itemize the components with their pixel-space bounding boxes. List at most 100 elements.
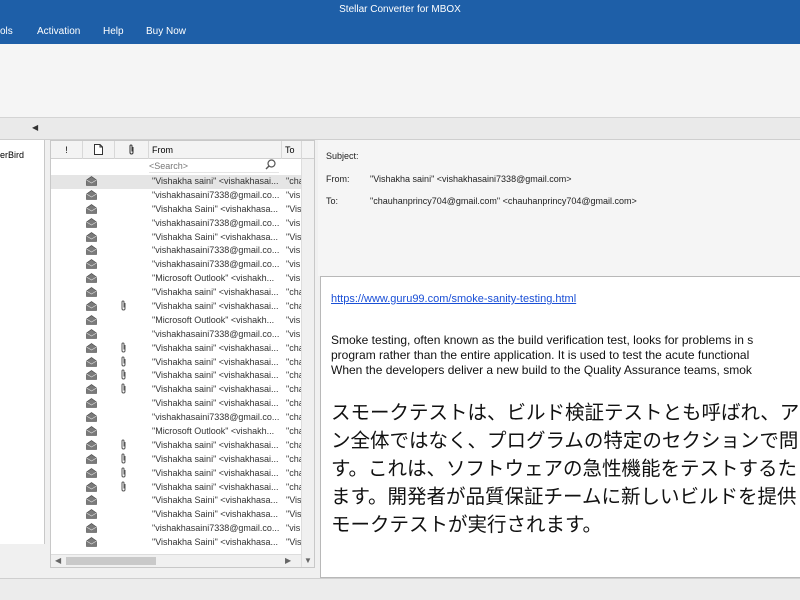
scroll-left-icon[interactable]: ◀: [55, 556, 61, 565]
row-from: "Vishakha Saini" <vishakhasa...: [152, 231, 279, 242]
row-from: "Microsoft Outlook" <vishakh...: [152, 273, 275, 284]
list-item[interactable]: "Vishakha saini" <vishakhasai... "cha: [51, 342, 301, 356]
column-attachment[interactable]: [115, 141, 149, 159]
list-item[interactable]: "Vishakha Saini" <vishakhasa... "Vis: [51, 494, 301, 508]
row-from: "vishakhasaini7338@gmail.co...: [152, 259, 280, 270]
row-from: "Vishakha saini" <vishakhasai...: [152, 384, 279, 395]
menu-help[interactable]: Help: [103, 20, 124, 44]
list-item[interactable]: "Vishakha Saini" <vishakhasa... "Vis: [51, 203, 301, 217]
list-item[interactable]: "Vishakha saini" <vishakhasai... "cha: [51, 286, 301, 300]
row-from: "Vishakha saini" <vishakhasai...: [152, 439, 279, 450]
envelope-icon: [86, 453, 97, 464]
column-document[interactable]: [83, 141, 115, 159]
row-from: "vishakhasaini7338@gmail.co...: [152, 245, 280, 256]
message-list: ! From To <Search> "Vishakha saini" <vis…: [50, 140, 315, 568]
list-item[interactable]: "Vishakha Saini" <vishakhasa... "Vis: [51, 508, 301, 522]
pane-header-strip: [0, 118, 800, 140]
row-from: "vishakhasaini7338@gmail.co...: [152, 189, 280, 200]
column-flag[interactable]: !: [51, 141, 83, 159]
envelope-icon: [86, 176, 97, 186]
list-item[interactable]: "Microsoft Outlook" <vishakh... "cha: [51, 425, 301, 439]
column-from[interactable]: From: [149, 141, 282, 159]
list-item[interactable]: "Vishakha saini" <vishakhasai... "cha: [51, 439, 301, 453]
row-from: "Vishakha saini" <vishakhasai...: [152, 342, 279, 353]
envelope-icon: [86, 301, 97, 311]
envelope-icon: [86, 384, 97, 395]
row-from: "Vishakha saini" <vishakhasai...: [152, 176, 279, 186]
message-body: https://www.guru99.com/smoke-sanity-test…: [320, 276, 800, 578]
paperclip-icon: [120, 383, 127, 397]
tree-item-thunderbird[interactable]: erBird: [0, 150, 24, 160]
list-item[interactable]: "Vishakha saini" <vishakhasai... "cha: [51, 481, 301, 495]
list-header: ! From To: [51, 141, 314, 159]
ribbon: [0, 44, 800, 118]
list-item[interactable]: "Vishakha Saini" <vishakhasa... "Vis: [51, 536, 301, 550]
row-to: "cha: [286, 384, 301, 395]
envelope-icon: [86, 440, 97, 450]
row-from: "Vishakha Saini" <vishakhasa...: [152, 537, 279, 548]
collapse-pane-icon[interactable]: ◀: [32, 123, 38, 132]
list-item[interactable]: "Microsoft Outlook" <vishakh... "vis: [51, 272, 301, 286]
scroll-thumb[interactable]: [66, 557, 156, 565]
row-from: "vishakhasaini7338@gmail.co...: [152, 523, 280, 534]
list-item[interactable]: "vishakhasaini7338@gmail.co... "cha: [51, 411, 301, 425]
to-value: "chauhanprincy704@gmail.com" <chauhanpri…: [370, 196, 637, 206]
vertical-scrollbar[interactable]: ▼: [301, 159, 314, 567]
row-to: "cha: [286, 453, 301, 464]
paperclip-icon: [120, 369, 127, 383]
list-item[interactable]: "Vishakha saini" <vishakhasai... "cha: [51, 383, 301, 397]
envelope-icon: [86, 273, 97, 284]
horizontal-scrollbar[interactable]: ◀ ▶: [51, 554, 301, 567]
list-item[interactable]: "Vishakha saini" <vishakhasai... "cha: [51, 453, 301, 467]
list-item[interactable]: "vishakhasaini7338@gmail.co... "vis: [51, 522, 301, 536]
menu-buy-now[interactable]: Buy Now: [146, 20, 186, 44]
list-item[interactable]: "vishakhasaini7338@gmail.co... "vis: [51, 258, 301, 272]
paperclip-icon: [120, 356, 127, 370]
menu-tools[interactable]: ols: [0, 20, 13, 44]
envelope-icon: [86, 481, 97, 492]
list-item[interactable]: "Vishakha saini" <vishakhasai... "cha: [51, 467, 301, 481]
menu-activation[interactable]: Activation: [37, 20, 80, 44]
row-from: "Vishakha saini" <vishakhasai...: [152, 356, 279, 367]
column-to[interactable]: To: [282, 141, 302, 159]
list-item[interactable]: "Vishakha saini" <vishakhasai... "cha: [51, 300, 301, 314]
paperclip-icon: [120, 453, 127, 467]
status-bar: [0, 578, 800, 600]
list-item[interactable]: "Vishakha Saini" <vishakhasa... "Vis: [51, 231, 301, 245]
scroll-down-icon[interactable]: ▼: [304, 556, 312, 565]
list-item[interactable]: "vishakhasaini7338@gmail.co... "vis: [51, 328, 301, 342]
paperclip-icon: [120, 481, 127, 495]
list-item[interactable]: "Vishakha saini" <vishakhasai... "cha: [51, 356, 301, 370]
row-to: "vis: [286, 245, 301, 256]
row-from: "Vishakha saini" <vishakhasai...: [152, 481, 279, 492]
list-item[interactable]: "Vishakha saini" <vishakhasai... "cha: [51, 369, 301, 383]
search-icon[interactable]: [265, 159, 276, 173]
row-from: "Vishakha saini" <vishakhasai...: [152, 287, 279, 298]
row-to: "vis: [286, 523, 301, 534]
row-to: "Vis: [286, 231, 301, 242]
row-from: "vishakhasaini7338@gmail.co...: [152, 217, 280, 228]
document-icon: [94, 144, 103, 155]
list-item[interactable]: "Microsoft Outlook" <vishakh... "vis: [51, 314, 301, 328]
envelope-icon: [86, 412, 97, 422]
body-link[interactable]: https://www.guru99.com/smoke-sanity-test…: [331, 293, 576, 305]
list-item[interactable]: "Vishakha saini" <vishakhasai... "cha: [51, 175, 301, 189]
paperclip-icon: [120, 439, 127, 453]
scroll-right-icon[interactable]: ▶: [285, 556, 291, 565]
row-to: "cha: [286, 176, 301, 186]
envelope-icon: [86, 287, 97, 297]
row-from: "vishakhasaini7338@gmail.co...: [152, 412, 280, 423]
search-input[interactable]: <Search>: [149, 159, 279, 173]
envelope-icon: [86, 370, 97, 381]
paperclip-icon: [120, 342, 127, 356]
row-to: "vis: [286, 314, 301, 325]
list-item[interactable]: "vishakhasaini7338@gmail.co... "vis: [51, 189, 301, 203]
row-from: "Vishakha Saini" <vishakhasa...: [152, 495, 279, 506]
row-from: "Vishakha saini" <vishakhasai...: [152, 398, 279, 409]
subject-label: Subject:: [326, 151, 359, 161]
list-item[interactable]: "Vishakha saini" <vishakhasai... "cha: [51, 397, 301, 411]
list-item[interactable]: "vishakhasaini7338@gmail.co... "vis: [51, 217, 301, 231]
row-to: "cha: [286, 467, 301, 478]
list-item[interactable]: "vishakhasaini7338@gmail.co... "vis: [51, 244, 301, 258]
row-to: "Vis: [286, 495, 301, 506]
